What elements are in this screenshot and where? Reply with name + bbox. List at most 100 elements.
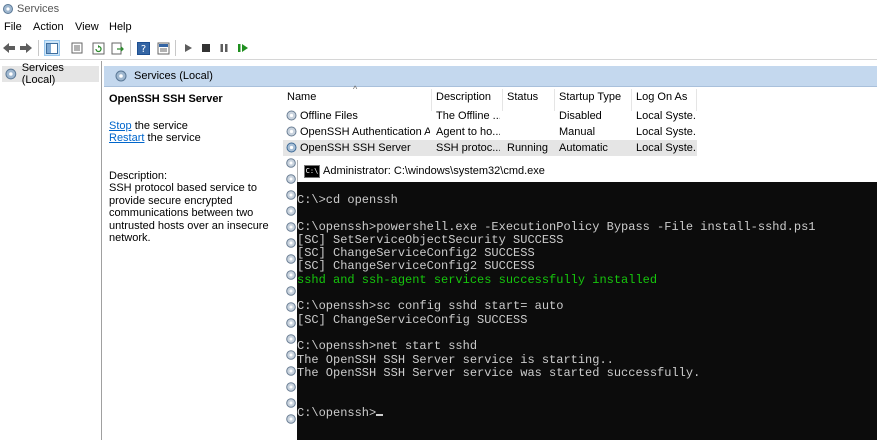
gear-icon (286, 334, 296, 344)
gear-icon (286, 174, 296, 184)
gear-icon (286, 158, 296, 168)
gear-icon (286, 110, 297, 121)
stop-service-icon[interactable] (198, 40, 214, 56)
menu-view[interactable]: View (75, 21, 99, 33)
cursor (376, 413, 384, 416)
menu-bar: File Action View Help (0, 18, 877, 36)
restart-suffix: the service (144, 132, 201, 144)
cmd-line: [SC] ChangeServiceConfig SUCCESS (297, 312, 528, 327)
toolbar: ? (0, 37, 877, 60)
service-description: The Offline ... (436, 110, 500, 122)
cmd-line: [SC] ChangeServiceConfig2 SUCCESS (297, 246, 535, 261)
service-row-openssh-auth[interactable]: OpenSSH Authentication A... Agent to ho.… (283, 124, 697, 140)
cmd-line (297, 207, 877, 220)
gear-icon (286, 254, 296, 264)
description-label: Description: (109, 170, 168, 182)
cmd-line: C:\openssh>powershell.exe -ExecutionPoli… (297, 219, 816, 234)
menu-file[interactable]: File (4, 21, 22, 33)
cmd-line: C:\openssh>net start sshd (297, 339, 478, 354)
cmd-line (297, 327, 877, 340)
panel-header: Services (Local) (104, 66, 877, 87)
start-service-icon[interactable] (180, 40, 196, 56)
export-list-icon[interactable] (109, 40, 125, 56)
stop-suffix: the service (131, 120, 188, 132)
pause-service-icon[interactable] (216, 40, 232, 56)
cmd-window[interactable]: C:\ Administrator: C:\windows\system32\c… (297, 160, 877, 440)
cmd-line: sshd and ssh-agent services successfully… (297, 272, 658, 287)
cmd-title-bar[interactable]: C:\ Administrator: C:\windows\system32\c… (297, 160, 877, 182)
stop-service-link[interactable]: Stop (109, 120, 132, 132)
cmd-output[interactable]: C:\>cd openssh C:\openssh>powershell.exe … (297, 193, 877, 420)
restart-service-line: Restart the service (109, 132, 201, 144)
cmd-icon: C:\ (304, 165, 320, 178)
cmd-line (297, 393, 877, 406)
service-startup-type: Manual (559, 126, 596, 138)
refresh-icon[interactable] (90, 40, 106, 56)
gear-icon (286, 238, 296, 248)
sort-arrow-icon: ^ (353, 84, 358, 94)
service-name: Offline Files (300, 110, 358, 122)
gear-icon (286, 366, 296, 376)
cmd-line: [SC] SetServiceObjectSecurity SUCCESS (297, 232, 564, 247)
gear-icon (286, 286, 296, 296)
gear-icon (286, 126, 297, 137)
back-icon[interactable] (1, 40, 17, 56)
gear-icon (5, 68, 17, 80)
toolbar-separator (38, 40, 39, 56)
service-description: SSH protoc... (436, 142, 500, 154)
restart-service-link[interactable]: Restart (109, 132, 144, 144)
panel-title: Services (Local) (134, 70, 213, 82)
restart-service-icon[interactable] (235, 40, 251, 56)
gear-icon (286, 270, 296, 280)
stop-service-line: Stop the service (109, 120, 188, 132)
description-text: SSH protocol based service to provide se… (109, 182, 269, 244)
gear-icon (286, 142, 297, 153)
window-title: Services (17, 3, 60, 15)
gear-icon (286, 382, 296, 392)
help-icon[interactable]: ? (135, 40, 151, 56)
service-row-openssh-ssh-server[interactable]: OpenSSH SSH Server SSH protoc... Running… (283, 140, 697, 156)
cmd-line: C:\openssh> (297, 406, 877, 420)
title-bar: Services (0, 0, 877, 18)
forward-icon[interactable] (18, 40, 34, 56)
toolbar-separator (130, 40, 131, 56)
service-row-offline-files[interactable]: Offline Files The Offline ... Disabled L… (283, 108, 697, 124)
cmd-line (297, 287, 877, 300)
gear-icon (286, 222, 296, 232)
service-log-on-as: Local Syste... (636, 110, 696, 122)
gear-icon (286, 350, 296, 360)
gear-icon (115, 70, 127, 82)
service-name: OpenSSH SSH Server (300, 142, 411, 154)
service-startup-type: Automatic (559, 142, 608, 154)
gear-icon (286, 414, 296, 424)
service-status: Running (507, 142, 548, 154)
cmd-line: C:\openssh>sc config sshd start= auto (297, 299, 564, 314)
service-startup-type: Disabled (559, 110, 602, 122)
gear-icon (286, 318, 296, 328)
service-description: Agent to ho... (436, 126, 500, 138)
gear-icon (286, 398, 296, 408)
service-log-on-as: Local Syste... (636, 126, 696, 138)
menu-help[interactable]: Help (109, 21, 132, 33)
gear-icon (286, 190, 296, 200)
cmd-line: The OpenSSH SSH Server service is starti… (297, 352, 614, 367)
service-name: OpenSSH Authentication A... (300, 126, 430, 138)
svg-text:?: ? (140, 44, 145, 55)
cmd-title: Administrator: C:\windows\system32\cmd.e… (323, 165, 545, 177)
menu-action[interactable]: Action (33, 21, 64, 33)
tree-item-services-local[interactable]: Services (Local) (2, 62, 99, 86)
toolbar-separator (175, 40, 176, 56)
services-app-icon (3, 4, 13, 14)
service-log-on-as: Local Syste... (636, 142, 696, 154)
service-name-heading: OpenSSH SSH Server (109, 93, 223, 105)
properties-icon[interactable] (155, 40, 171, 56)
console-tree: Services (Local) (0, 61, 102, 440)
description-pane: OpenSSH SSH Server Stop the service Rest… (104, 87, 276, 440)
show-hide-tree-icon[interactable] (44, 40, 60, 56)
properties-list-icon[interactable] (69, 40, 85, 56)
cmd-line: C:\>cd openssh (297, 193, 398, 207)
gear-icon (286, 206, 296, 216)
cmd-line: [SC] ChangeServiceConfig2 SUCCESS (297, 259, 535, 274)
cmd-line: The OpenSSH SSH Server service was start… (297, 365, 701, 380)
cmd-line (297, 380, 877, 393)
